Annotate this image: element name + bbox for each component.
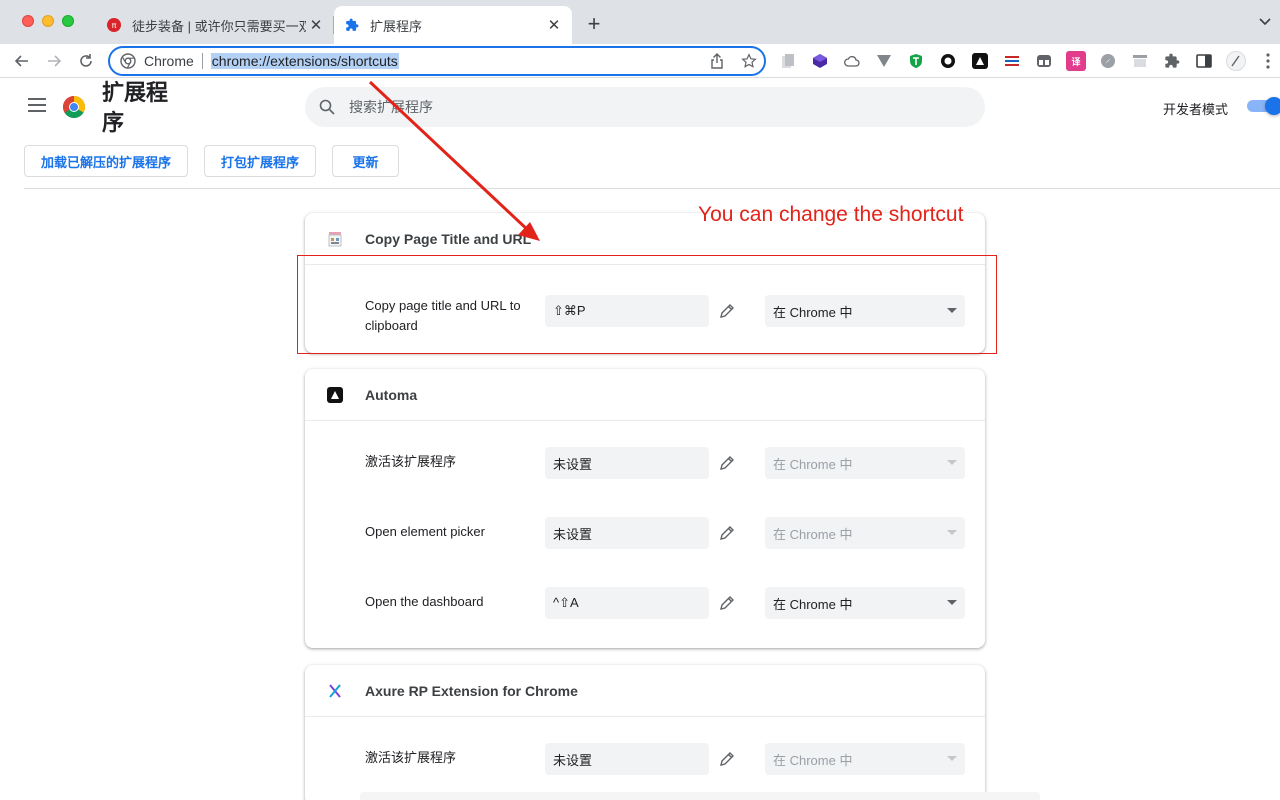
svg-text:π: π [112,21,117,30]
bookmark-star-icon[interactable] [740,52,758,70]
tab-hiking[interactable]: π 徒步装备 | 或许你只需要买一双鞋 ✕ [96,6,334,44]
tab-strip: π 徒步装备 | 或许你只需要买一双鞋 ✕ 扩展程序 ✕ + [0,0,1280,44]
pencil-edit-icon[interactable] [717,453,737,473]
profile-avatar[interactable] [1226,51,1246,71]
load-unpacked-button[interactable]: 加载已解压的扩展程序 [24,145,188,177]
scope-select[interactable]: 在 Chrome 中 [765,587,965,619]
scope-select[interactable]: 在 Chrome 中 [765,743,965,775]
shortcut-input[interactable]: 未设置 [545,447,709,479]
card-header: Axure RP Extension for Chrome [305,665,985,717]
tab-search-chevron-icon[interactable] [1258,14,1274,30]
chrome-site-icon [120,53,136,69]
search-icon [319,99,335,115]
header-divider [24,188,1280,189]
share-icon[interactable] [708,52,726,70]
extensions-search[interactable] [305,87,985,127]
axure-icon [327,683,343,699]
scope-select-value: 在 Chrome 中 [773,752,853,768]
update-button[interactable]: 更新 [332,145,399,177]
annotation-text: You can change the shortcut [698,203,964,226]
scope-select-value: 在 Chrome 中 [773,596,853,612]
search-input[interactable] [349,99,929,115]
reload-button[interactable] [73,48,99,74]
card-header: Automa [305,369,985,421]
side-panel-icon[interactable] [1194,51,1214,71]
shortcut-row: 激活该扩展程序 未设置 在 Chrome 中 [305,430,985,500]
dropdown-arrow-icon [947,756,957,761]
more-menu-icon[interactable] [1258,51,1278,71]
copy-title-icon [327,231,343,247]
compass-extension-icon[interactable] [1098,51,1118,71]
shortcut-row: Open element picker 未设置 在 Chrome 中 [305,500,985,570]
new-tab-button[interactable]: + [582,11,606,36]
command-label: Open element picker [365,524,485,539]
automa-toolbar-icon[interactable] [970,51,990,71]
dropdown-arrow-icon [947,600,957,605]
pencil-edit-icon[interactable] [717,749,737,769]
scope-select-value: 在 Chrome 中 [773,456,853,472]
doc-extension-icon[interactable] [778,51,798,71]
command-label: Open the dashboard [365,594,484,609]
pencil-edit-icon[interactable] [717,593,737,613]
shortcut-row: Open the dashboard ^⇧A 在 Chrome 中 [305,570,985,640]
puzzle-icon [344,17,360,33]
omnibox-chip: Chrome [144,53,194,69]
command-label: 激活该扩展程序 [365,750,457,765]
menu-hamburger-icon[interactable] [28,98,46,114]
shortcut-input[interactable]: 未设置 [545,743,709,775]
scope-select-value: 在 Chrome 中 [773,526,853,542]
zoom-window-button[interactable] [62,15,74,27]
developer-mode-toggle[interactable] [1247,97,1280,115]
omnibox-divider [201,53,203,69]
tab-extensions[interactable]: 扩展程序 ✕ [334,6,572,44]
tab-close-icon[interactable]: ✕ [544,15,564,35]
command-label: 激活该扩展程序 [365,454,457,469]
window-extension-icon[interactable] [1034,51,1054,71]
extension-name: Automa [365,386,418,403]
chrome-logo-icon [63,96,85,118]
pencil-edit-icon[interactable] [717,523,737,543]
shortcut-input[interactable]: 未设置 [545,517,709,549]
annotation-highlight-box [297,255,997,354]
developer-mode-label: 开发者模式 [1163,102,1229,117]
minimize-window-button[interactable] [42,15,54,27]
page-title: 扩展程序 [102,80,169,135]
cube-extension-icon[interactable] [810,51,830,71]
close-window-button[interactable] [22,15,34,27]
extension-card-automa: Automa 激活该扩展程序 未设置 在 Chrome 中 Open eleme… [305,369,985,648]
dropdown-arrow-icon [947,530,957,535]
window-bottom-edge [360,792,1040,800]
scope-select[interactable]: 在 Chrome 中 [765,517,965,549]
back-button[interactable] [9,48,35,74]
dropdown-arrow-icon [947,460,957,465]
tab-title: 徒步装备 | 或许你只需要买一双鞋 [132,18,306,34]
omnibox-url[interactable]: chrome://extensions/shortcuts [210,53,399,69]
extension-name: Axure RP Extension for Chrome [365,682,578,699]
forward-button[interactable] [41,48,67,74]
tab-close-icon[interactable]: ✕ [306,15,326,35]
box-extension-icon[interactable] [1130,51,1150,71]
automa-icon [327,387,343,403]
tab-title: 扩展程序 [370,18,423,34]
address-bar[interactable]: Chrome chrome://extensions/shortcuts [108,46,766,76]
v-extension-icon[interactable] [874,51,894,71]
extension-card-axure: Axure RP Extension for Chrome 激活该扩展程序 未设… [305,665,985,800]
extension-name: Copy Page Title and URL [365,230,532,247]
shield-extension-icon[interactable] [906,51,926,71]
browser-toolbar: Chrome chrome://extensions/shortcuts 译 [0,44,1280,78]
cloud-extension-icon[interactable] [842,51,862,71]
extensions-puzzle-icon[interactable] [1162,51,1182,71]
extension-toolbar: 译 [778,50,1280,72]
circle-extension-icon[interactable] [938,51,958,71]
shortcut-row: 激活该扩展程序 未设置 在 Chrome 中 [305,726,985,796]
shortcut-input[interactable]: ^⇧A [545,587,709,619]
scope-select[interactable]: 在 Chrome 中 [765,447,965,479]
toggle-knob [1265,97,1280,115]
red-circle-logo-icon: π [106,17,122,33]
pack-extension-button[interactable]: 打包扩展程序 [204,145,316,177]
flag-extension-icon[interactable] [1002,51,1022,71]
translate-extension-icon[interactable]: 译 [1066,51,1086,71]
